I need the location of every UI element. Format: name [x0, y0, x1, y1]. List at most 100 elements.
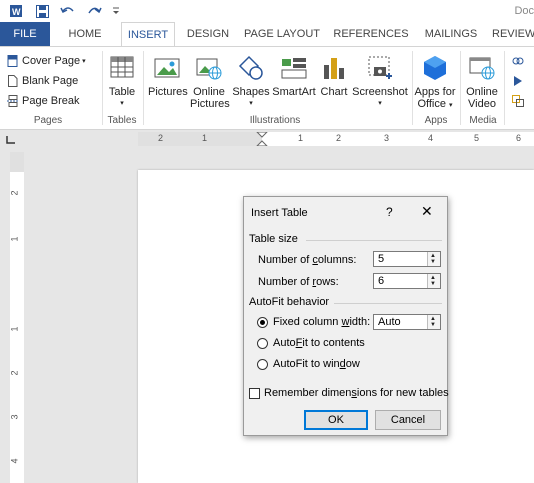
group-divider: [143, 51, 144, 125]
help-button[interactable]: ?: [386, 205, 393, 219]
tab-review[interactable]: REVIEW: [492, 22, 534, 46]
ruler-number: 2: [9, 190, 20, 196]
screenshot-button[interactable]: Screenshot ▾: [352, 53, 408, 110]
bookmark-icon[interactable]: [512, 72, 524, 89]
chevron-down-icon: ▾: [378, 100, 382, 107]
tab-selector-icon[interactable]: [5, 135, 17, 145]
ruler-number: 1: [9, 236, 20, 242]
group-label-pages: Pages: [33, 115, 63, 126]
group-label-media: Media: [469, 115, 497, 126]
cancel-button[interactable]: Cancel: [375, 410, 441, 430]
group-divider: [412, 51, 413, 125]
rows-spinner[interactable]: 6 ▲ ▼: [373, 273, 441, 289]
rows-label: Number of rows:: [258, 276, 339, 288]
tab-page-layout[interactable]: PAGE LAYOUT: [241, 22, 323, 46]
apps-for-label-1: Apps for: [414, 86, 456, 98]
online-video-button[interactable]: Online Video: [464, 53, 500, 110]
tab-file[interactable]: FILE: [0, 22, 50, 46]
dialog-title: Insert Table: [251, 207, 308, 219]
ruler-number: 6: [516, 133, 522, 143]
pictures-button[interactable]: Pictures: [148, 53, 188, 98]
autofit-contents-radio[interactable]: [257, 338, 268, 349]
ok-button[interactable]: OK: [304, 410, 368, 430]
chevron-down-icon: ▾: [82, 57, 86, 65]
title-bar: W Doc: [0, 0, 534, 22]
tab-home[interactable]: HOME: [60, 22, 110, 46]
fixed-width-radio[interactable]: [257, 317, 268, 328]
ribbon-tabs: FILE HOME INSERT DESIGN PAGE LAYOUT REFE…: [0, 22, 534, 47]
chart-label: Chart: [320, 86, 348, 98]
screenshot-icon: [365, 53, 395, 83]
remember-dimensions-label[interactable]: Remember dimensions for new tables: [264, 387, 449, 399]
fixed-width-spinner[interactable]: Auto ▲ ▼: [373, 314, 441, 330]
remember-dimensions-checkbox[interactable]: [249, 388, 260, 399]
ruler-number: 4: [428, 133, 434, 143]
online-pictures-label-1: Online: [193, 86, 225, 98]
tab-mailings[interactable]: MAILINGS: [418, 22, 484, 46]
spin-down-icon[interactable]: ▼: [430, 259, 436, 265]
indent-marker-icon[interactable]: [256, 132, 268, 146]
tab-insert[interactable]: INSERT: [121, 22, 175, 47]
ruler-number: 1: [298, 133, 304, 143]
fixed-width-label[interactable]: Fixed column width:: [273, 316, 370, 328]
redo-icon[interactable]: [84, 3, 104, 19]
tab-design[interactable]: DESIGN: [181, 22, 235, 46]
spinner-arrows[interactable]: ▲ ▼: [427, 274, 440, 288]
ruler-number: 2: [336, 133, 342, 143]
blank-page-button[interactable]: Blank Page: [7, 72, 78, 89]
chart-button[interactable]: Chart: [318, 53, 350, 98]
table-button[interactable]: Table ▾: [106, 53, 138, 110]
smartart-icon: [279, 53, 309, 83]
autofit-window-radio[interactable]: [257, 359, 268, 370]
group-divider: [102, 51, 103, 125]
hyperlink-icon[interactable]: [512, 52, 524, 69]
page-break-button[interactable]: Page Break: [7, 92, 79, 109]
group-label-tables: Tables: [107, 115, 137, 126]
close-button[interactable]: ✕: [421, 203, 433, 220]
undo-icon[interactable]: [58, 3, 78, 19]
ruler-number: 1: [9, 326, 20, 332]
ruler-number: 5: [474, 133, 480, 143]
autofit-window-label[interactable]: AutoFit to window: [273, 358, 360, 370]
cross-reference-icon[interactable]: [512, 92, 524, 109]
page-break-label: Page Break: [22, 94, 80, 107]
chart-icon: [319, 53, 349, 83]
vertical-ruler[interactable]: 2 1 1 2 3 4: [10, 152, 24, 483]
shapes-icon: [236, 53, 266, 83]
word-app-icon[interactable]: W: [8, 3, 24, 19]
section-divider: [306, 240, 442, 241]
save-icon[interactable]: [34, 3, 50, 19]
ruler-number: 3: [384, 133, 390, 143]
rows-value: 6: [378, 275, 385, 287]
chevron-down-icon: ▾: [449, 102, 453, 109]
cover-page-icon: [7, 54, 19, 67]
columns-spinner[interactable]: 5 ▲ ▼: [373, 251, 441, 267]
autofit-heading: AutoFit behavior: [249, 296, 330, 308]
group-label-apps: Apps: [424, 115, 448, 126]
ribbon-insert: Cover Page ▾ Blank Page Page Break Pages…: [0, 46, 534, 130]
online-video-label-1: Online: [466, 86, 498, 98]
section-divider: [334, 303, 442, 304]
blank-page-label: Blank Page: [22, 74, 79, 87]
ruler-margin: [138, 132, 262, 146]
spin-down-icon[interactable]: ▼: [430, 322, 436, 328]
cover-page-button[interactable]: Cover Page ▾: [7, 52, 86, 69]
insert-table-dialog: Insert Table ? ✕ Table size Number of co…: [243, 196, 449, 436]
columns-label: Number of columns:: [258, 254, 357, 266]
online-pictures-button[interactable]: Online Pictures: [190, 53, 230, 110]
online-video-icon: [467, 53, 497, 83]
spinner-arrows[interactable]: ▲ ▼: [427, 252, 440, 266]
autofit-contents-label[interactable]: AutoFit to contents: [273, 337, 365, 349]
tab-references[interactable]: REFERENCES: [330, 22, 412, 46]
spin-down-icon[interactable]: ▼: [430, 281, 436, 287]
group-divider: [504, 51, 505, 125]
table-label: Table: [108, 86, 136, 98]
apps-for-office-button[interactable]: Apps for Office ▾: [414, 53, 456, 112]
customize-qat-icon[interactable]: [110, 3, 122, 19]
smartart-button[interactable]: SmartArt: [271, 53, 317, 98]
horizontal-ruler[interactable]: 2 1 1 2 3 4 5 6: [138, 132, 534, 146]
spinner-arrows[interactable]: ▲ ▼: [427, 315, 440, 329]
svg-text:W: W: [12, 7, 21, 17]
ruler-number: 2: [9, 370, 20, 376]
shapes-button[interactable]: Shapes ▾: [232, 53, 270, 110]
